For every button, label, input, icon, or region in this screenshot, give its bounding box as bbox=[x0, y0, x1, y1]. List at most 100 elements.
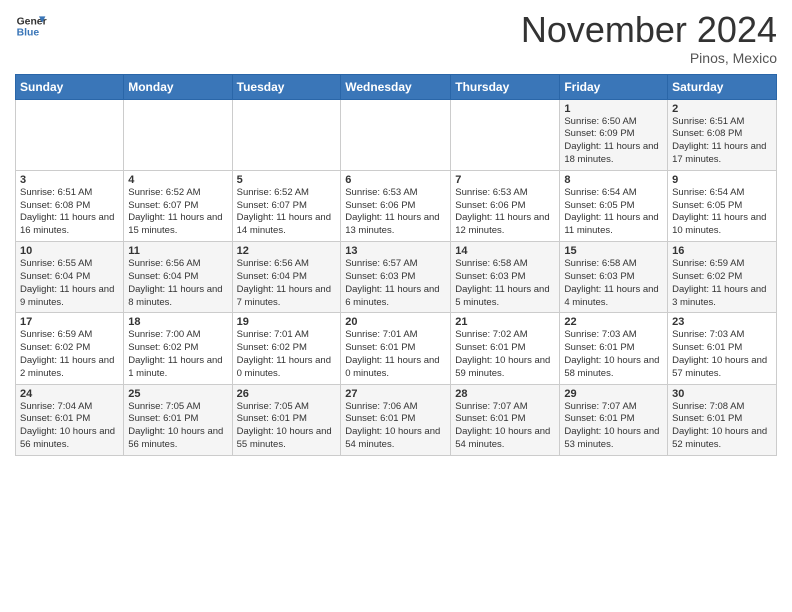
day-cell: 6Sunrise: 6:53 AM Sunset: 6:06 PM Daylig… bbox=[341, 170, 451, 241]
day-number: 5 bbox=[237, 174, 337, 186]
day-cell: 17Sunrise: 6:59 AM Sunset: 6:02 PM Dayli… bbox=[16, 313, 124, 384]
day-cell: 16Sunrise: 6:59 AM Sunset: 6:02 PM Dayli… bbox=[668, 242, 777, 313]
calendar-header: SundayMondayTuesdayWednesdayThursdayFrid… bbox=[16, 74, 777, 99]
day-number: 17 bbox=[20, 316, 119, 328]
day-cell: 15Sunrise: 6:58 AM Sunset: 6:03 PM Dayli… bbox=[560, 242, 668, 313]
day-cell bbox=[16, 99, 124, 170]
weekday-header-saturday: Saturday bbox=[668, 74, 777, 99]
day-number: 9 bbox=[672, 174, 772, 186]
day-number: 3 bbox=[20, 174, 119, 186]
day-number: 4 bbox=[128, 174, 227, 186]
day-number: 18 bbox=[128, 316, 227, 328]
weekday-header-row: SundayMondayTuesdayWednesdayThursdayFrid… bbox=[16, 74, 777, 99]
day-cell: 1Sunrise: 6:50 AM Sunset: 6:09 PM Daylig… bbox=[560, 99, 668, 170]
day-cell: 29Sunrise: 7:07 AM Sunset: 6:01 PM Dayli… bbox=[560, 384, 668, 455]
header: General Blue November 2024 Pinos, Mexico bbox=[15, 10, 777, 66]
weekday-header-thursday: Thursday bbox=[451, 74, 560, 99]
day-number: 25 bbox=[128, 388, 227, 400]
week-row-4: 17Sunrise: 6:59 AM Sunset: 6:02 PM Dayli… bbox=[16, 313, 777, 384]
day-info: Sunrise: 6:53 AM Sunset: 6:06 PM Dayligh… bbox=[455, 187, 555, 238]
day-info: Sunrise: 7:07 AM Sunset: 6:01 PM Dayligh… bbox=[564, 401, 663, 452]
day-cell: 23Sunrise: 7:03 AM Sunset: 6:01 PM Dayli… bbox=[668, 313, 777, 384]
day-cell bbox=[451, 99, 560, 170]
day-info: Sunrise: 6:59 AM Sunset: 6:02 PM Dayligh… bbox=[672, 258, 772, 309]
day-cell bbox=[124, 99, 232, 170]
day-info: Sunrise: 6:55 AM Sunset: 6:04 PM Dayligh… bbox=[20, 258, 119, 309]
day-number: 21 bbox=[455, 316, 555, 328]
weekday-header-wednesday: Wednesday bbox=[341, 74, 451, 99]
month-title: November 2024 bbox=[521, 10, 777, 50]
day-number: 2 bbox=[672, 103, 772, 115]
day-info: Sunrise: 7:02 AM Sunset: 6:01 PM Dayligh… bbox=[455, 329, 555, 380]
day-cell: 27Sunrise: 7:06 AM Sunset: 6:01 PM Dayli… bbox=[341, 384, 451, 455]
day-number: 19 bbox=[237, 316, 337, 328]
location: Pinos, Mexico bbox=[521, 50, 777, 66]
week-row-3: 10Sunrise: 6:55 AM Sunset: 6:04 PM Dayli… bbox=[16, 242, 777, 313]
day-info: Sunrise: 7:01 AM Sunset: 6:01 PM Dayligh… bbox=[345, 329, 446, 380]
day-number: 1 bbox=[564, 103, 663, 115]
day-number: 29 bbox=[564, 388, 663, 400]
day-number: 6 bbox=[345, 174, 446, 186]
logo: General Blue bbox=[15, 10, 47, 42]
week-row-1: 1Sunrise: 6:50 AM Sunset: 6:09 PM Daylig… bbox=[16, 99, 777, 170]
day-info: Sunrise: 6:54 AM Sunset: 6:05 PM Dayligh… bbox=[672, 187, 772, 238]
day-info: Sunrise: 7:08 AM Sunset: 6:01 PM Dayligh… bbox=[672, 401, 772, 452]
day-cell: 12Sunrise: 6:56 AM Sunset: 6:04 PM Dayli… bbox=[232, 242, 341, 313]
day-cell: 30Sunrise: 7:08 AM Sunset: 6:01 PM Dayli… bbox=[668, 384, 777, 455]
day-cell: 24Sunrise: 7:04 AM Sunset: 6:01 PM Dayli… bbox=[16, 384, 124, 455]
day-cell: 19Sunrise: 7:01 AM Sunset: 6:02 PM Dayli… bbox=[232, 313, 341, 384]
day-info: Sunrise: 7:07 AM Sunset: 6:01 PM Dayligh… bbox=[455, 401, 555, 452]
day-cell: 7Sunrise: 6:53 AM Sunset: 6:06 PM Daylig… bbox=[451, 170, 560, 241]
day-info: Sunrise: 7:00 AM Sunset: 6:02 PM Dayligh… bbox=[128, 329, 227, 380]
day-cell: 14Sunrise: 6:58 AM Sunset: 6:03 PM Dayli… bbox=[451, 242, 560, 313]
calendar-body: 1Sunrise: 6:50 AM Sunset: 6:09 PM Daylig… bbox=[16, 99, 777, 455]
svg-text:Blue: Blue bbox=[17, 28, 40, 39]
day-info: Sunrise: 6:51 AM Sunset: 6:08 PM Dayligh… bbox=[20, 187, 119, 238]
day-number: 16 bbox=[672, 245, 772, 257]
day-cell: 13Sunrise: 6:57 AM Sunset: 6:03 PM Dayli… bbox=[341, 242, 451, 313]
day-info: Sunrise: 6:56 AM Sunset: 6:04 PM Dayligh… bbox=[237, 258, 337, 309]
day-cell: 8Sunrise: 6:54 AM Sunset: 6:05 PM Daylig… bbox=[560, 170, 668, 241]
day-info: Sunrise: 6:58 AM Sunset: 6:03 PM Dayligh… bbox=[455, 258, 555, 309]
day-number: 27 bbox=[345, 388, 446, 400]
day-info: Sunrise: 7:03 AM Sunset: 6:01 PM Dayligh… bbox=[672, 329, 772, 380]
day-number: 28 bbox=[455, 388, 555, 400]
weekday-header-sunday: Sunday bbox=[16, 74, 124, 99]
day-number: 11 bbox=[128, 245, 227, 257]
day-number: 8 bbox=[564, 174, 663, 186]
header-right: November 2024 Pinos, Mexico bbox=[521, 10, 777, 66]
day-info: Sunrise: 6:58 AM Sunset: 6:03 PM Dayligh… bbox=[564, 258, 663, 309]
day-info: Sunrise: 6:59 AM Sunset: 6:02 PM Dayligh… bbox=[20, 329, 119, 380]
day-cell: 21Sunrise: 7:02 AM Sunset: 6:01 PM Dayli… bbox=[451, 313, 560, 384]
day-number: 15 bbox=[564, 245, 663, 257]
weekday-header-monday: Monday bbox=[124, 74, 232, 99]
day-info: Sunrise: 7:06 AM Sunset: 6:01 PM Dayligh… bbox=[345, 401, 446, 452]
day-number: 24 bbox=[20, 388, 119, 400]
day-number: 7 bbox=[455, 174, 555, 186]
day-cell bbox=[232, 99, 341, 170]
day-number: 20 bbox=[345, 316, 446, 328]
day-info: Sunrise: 6:54 AM Sunset: 6:05 PM Dayligh… bbox=[564, 187, 663, 238]
day-cell: 25Sunrise: 7:05 AM Sunset: 6:01 PM Dayli… bbox=[124, 384, 232, 455]
calendar-table: SundayMondayTuesdayWednesdayThursdayFrid… bbox=[15, 74, 777, 456]
day-cell: 26Sunrise: 7:05 AM Sunset: 6:01 PM Dayli… bbox=[232, 384, 341, 455]
day-info: Sunrise: 6:56 AM Sunset: 6:04 PM Dayligh… bbox=[128, 258, 227, 309]
day-info: Sunrise: 7:05 AM Sunset: 6:01 PM Dayligh… bbox=[128, 401, 227, 452]
day-number: 14 bbox=[455, 245, 555, 257]
day-cell: 18Sunrise: 7:00 AM Sunset: 6:02 PM Dayli… bbox=[124, 313, 232, 384]
day-info: Sunrise: 6:52 AM Sunset: 6:07 PM Dayligh… bbox=[128, 187, 227, 238]
calendar-page: General Blue November 2024 Pinos, Mexico… bbox=[0, 0, 792, 471]
day-number: 26 bbox=[237, 388, 337, 400]
day-cell bbox=[341, 99, 451, 170]
day-info: Sunrise: 6:50 AM Sunset: 6:09 PM Dayligh… bbox=[564, 116, 663, 167]
day-cell: 22Sunrise: 7:03 AM Sunset: 6:01 PM Dayli… bbox=[560, 313, 668, 384]
day-info: Sunrise: 7:03 AM Sunset: 6:01 PM Dayligh… bbox=[564, 329, 663, 380]
day-cell: 2Sunrise: 6:51 AM Sunset: 6:08 PM Daylig… bbox=[668, 99, 777, 170]
day-cell: 3Sunrise: 6:51 AM Sunset: 6:08 PM Daylig… bbox=[16, 170, 124, 241]
day-info: Sunrise: 7:05 AM Sunset: 6:01 PM Dayligh… bbox=[237, 401, 337, 452]
logo-icon: General Blue bbox=[15, 10, 47, 42]
day-cell: 28Sunrise: 7:07 AM Sunset: 6:01 PM Dayli… bbox=[451, 384, 560, 455]
day-info: Sunrise: 7:01 AM Sunset: 6:02 PM Dayligh… bbox=[237, 329, 337, 380]
day-number: 22 bbox=[564, 316, 663, 328]
week-row-2: 3Sunrise: 6:51 AM Sunset: 6:08 PM Daylig… bbox=[16, 170, 777, 241]
